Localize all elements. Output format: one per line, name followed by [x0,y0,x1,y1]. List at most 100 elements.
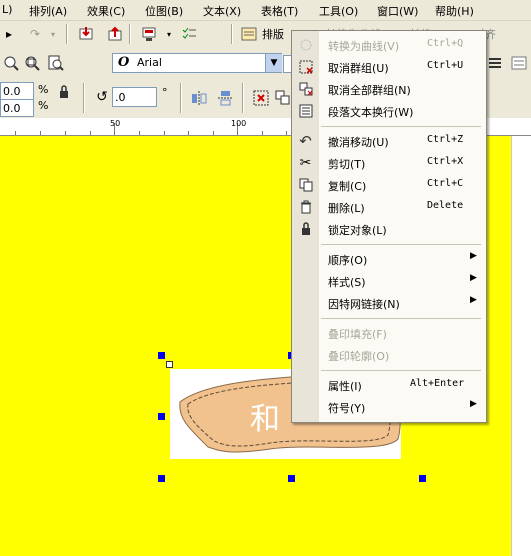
rotate-icon[interactable]: ↺ [93,88,111,106]
menu-label: 取消群组(U) [328,62,389,75]
trash-icon [297,199,314,215]
text-format-icon[interactable] [510,54,528,72]
menu-label: 复制(C) [328,180,367,193]
lock-icon [297,221,314,237]
ruler-tick [286,131,287,135]
menu-item-internet-link[interactable]: 因特网链接(N) ▶ [292,292,486,314]
menu-label: 撤消移动(U) [328,136,389,149]
menu-effects[interactable]: 效果(C) [87,3,125,19]
menu-item-overprint-fill[interactable]: 叠印填充(F) [292,322,486,344]
menu-label: 因特网链接(N) [328,298,400,311]
ruler-tick [90,131,91,135]
menu-label: 符号(Y) [328,402,366,415]
menu-view[interactable]: L) [2,3,12,16]
menu-shortcut: Delete [427,200,464,211]
menu-item-ungroup[interactable]: 取消群组(U) Ctrl+U [292,56,486,78]
menu-table[interactable]: 表格(T) [261,3,298,19]
copy-icon [297,177,314,193]
toolbar-divider [231,24,233,44]
scissors-icon: ✂ [299,155,312,171]
zoom-in-icon[interactable] [2,54,20,72]
redo-icon[interactable]: ↷ [26,25,44,43]
menu-label: 转换为曲线(V) [328,40,400,53]
ruler-label-50: 50 [110,119,121,128]
menu-label: 样式(S) [328,276,366,289]
menu-item-ungroup-all[interactable]: 取消全部群组(N) [292,78,486,100]
redo-dropdown-icon[interactable]: ▾ [44,25,62,43]
ruler-tick [164,131,165,135]
menu-tools[interactable]: 工具(O) [319,3,358,19]
ruler-tick [188,131,189,135]
mirror-vertical-icon[interactable] [216,89,234,107]
selection-handle-tl[interactable] [158,352,165,359]
menu-item-undo-move[interactable]: ↶ 撤消移动(U) Ctrl+Z [292,130,486,152]
context-menu: 转换为曲线(V) Ctrl+Q 取消群组(U) Ctrl+U 取消全部群组(N)… [291,30,487,423]
layout-label[interactable]: 排版 [262,26,284,42]
menu-item-order[interactable]: 顺序(O) ▶ [292,248,486,270]
menu-help[interactable]: 帮助(H) [435,3,474,19]
menu-text[interactable]: 文本(X) [203,3,241,19]
dropdown-arrow-icon[interactable]: ▾ [160,25,178,43]
menu-shortcut: Alt+Enter [410,378,465,389]
rotation-angle-field[interactable]: .0 [112,87,157,107]
menu-item-lock-object[interactable]: 锁定对象(L) [292,218,486,240]
menu-separator [321,126,481,127]
menu-item-copy[interactable]: 复制(C) Ctrl+C [292,174,486,196]
menu-item-overprint-outline[interactable]: 叠印轮廓(O) [292,344,486,366]
menu-label: 锁定对象(L) [328,224,387,237]
chevron-down-icon[interactable]: ▼ [265,54,282,72]
font-name-select[interactable]: O Arial ▼ [112,53,282,73]
x-position-field[interactable]: 0.0 [0,82,34,100]
export-icon[interactable] [106,25,124,43]
submenu-arrow-icon: ▶ [470,295,477,305]
canvas-right-edge [511,136,531,556]
convert-curve-icon [297,37,314,53]
x-unit-label: % [38,83,49,96]
checklist-icon[interactable] [180,25,198,43]
menu-label: 叠印填充(F) [328,328,387,341]
menu-bitmaps[interactable]: 位图(B) [145,3,183,19]
menu-item-paragraph-wrap[interactable]: 段落文本换行(W) [292,100,486,122]
ungroup-icon[interactable] [252,89,270,107]
text-wrap-icon [297,103,314,119]
import-icon[interactable] [77,25,95,43]
menu-item-cut[interactable]: ✂ 剪切(T) Ctrl+X [292,152,486,174]
menu-item-styles[interactable]: 样式(S) ▶ [292,270,486,292]
selection-handle-bl[interactable] [158,475,165,482]
zoom-page-icon[interactable] [47,54,65,72]
undo-icon: ↶ [299,132,312,150]
selection-handle-bc[interactable] [288,475,295,482]
menu-window[interactable]: 窗口(W) [377,3,418,19]
menu-item-delete[interactable]: 删除(L) Delete [292,196,486,218]
menu-label: 顺序(O) [328,254,368,267]
menu-arrange[interactable]: 排列(A) [29,3,67,19]
ruler-label-100: 100 [231,119,247,128]
menu-item-properties[interactable]: 属性(I) Alt+Enter [292,374,486,396]
align-justify-icon[interactable] [486,54,504,72]
menu-bar: L) 排列(A) 效果(C) 位图(B) 文本(X) 表格(T) 工具(O) 窗… [0,0,531,21]
mirror-horizontal-icon[interactable] [190,89,208,107]
toolbar-divider [83,83,85,113]
shape-text: 和 [250,402,280,437]
opentype-icon: O [118,55,130,70]
center-marker[interactable] [166,361,173,368]
selection-handle-br[interactable] [419,475,426,482]
menu-label: 叠印轮廓(O) [328,350,390,363]
menu-label: 删除(L) [328,202,365,215]
menu-item-convert-to-curves[interactable]: 转换为曲线(V) Ctrl+Q [292,34,486,56]
layout-icon[interactable] [240,25,258,43]
menu-shortcut: Ctrl+X [427,156,464,167]
dropdown-arrow-icon[interactable]: ▸ [0,25,18,43]
y-position-field[interactable]: 0.0 [0,99,34,117]
ruler-tick [213,131,214,135]
toolbar-divider [129,24,131,44]
zoom-fit-icon[interactable] [23,54,41,72]
menu-label: 取消全部群组(N) [328,84,411,97]
combine-icon[interactable] [274,89,292,107]
menu-item-symbol[interactable]: 符号(Y) ▶ [292,396,486,418]
ruler-tick [139,131,140,135]
lock-ratio-icon[interactable] [55,83,73,101]
publish-pdf-icon[interactable] [140,25,158,43]
menu-separator [321,370,481,371]
selection-handle-ml[interactable] [158,413,165,420]
